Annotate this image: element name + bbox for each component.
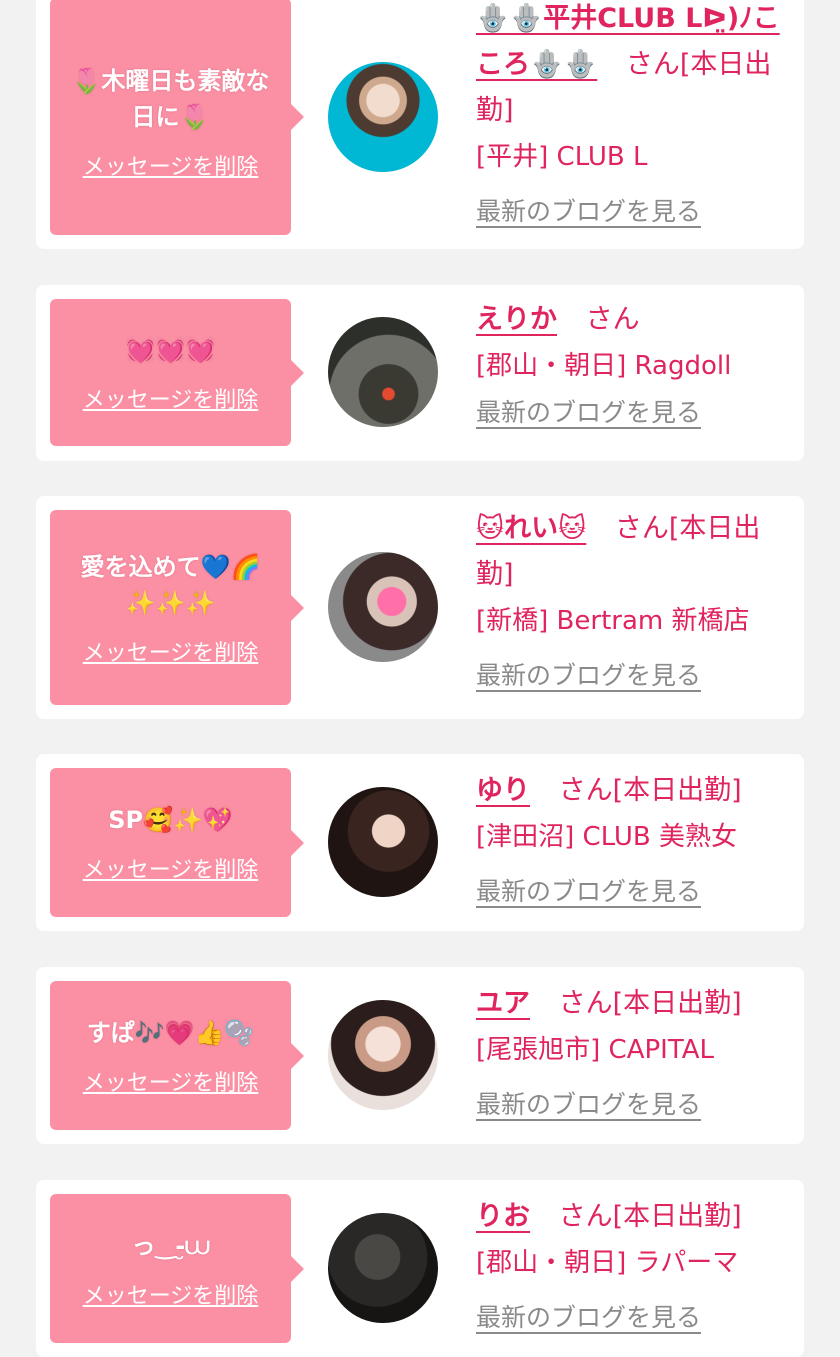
message-card: 愛を込めて💙🌈✨✨✨ メッセージを削除 🐱れい🐱 さん[本日出勤] [新橋] B… <box>36 496 804 719</box>
delete-message-link[interactable]: メッセージを削除 <box>83 1278 259 1310</box>
girl-info: りお さん[本日出勤] [郡山・朝日] ラパーマ 最新のブログを見る <box>476 1194 794 1334</box>
latest-blog-link[interactable]: 最新のブログを見る <box>476 393 701 429</box>
message-bubble: すぱ🎶💗👍🫧 メッセージを削除 <box>50 981 304 1130</box>
latest-blog-link[interactable]: 最新のブログを見る <box>476 1085 701 1121</box>
message-bubble: 🌷木曜日も素敵な日に🌷 メッセージを削除 <box>50 0 304 235</box>
delete-message-link[interactable]: メッセージを削除 <box>83 852 259 884</box>
name-line: ゆり さん[本日出勤] <box>476 768 794 814</box>
message-card: 🌷木曜日も素敵な日に🌷 メッセージを削除 🪬🪬平井CLUB Lᐅ̤)ﾉこころ🪬🪬… <box>36 0 804 249</box>
message-card: っ‿-̮⩊ メッセージを削除 りお さん[本日出勤] [郡山・朝日] ラパーマ … <box>36 1180 804 1357</box>
avatar[interactable] <box>328 62 438 172</box>
shop-text: [尾張旭市] CAPITAL <box>476 1035 714 1065</box>
delete-message-link[interactable]: メッセージを削除 <box>83 1065 259 1097</box>
girl-info: ゆり さん[本日出勤] [津田沼] CLUB 美熟女 最新のブログを見る <box>476 768 794 908</box>
message-text: SP🥰✨💖 <box>108 805 233 834</box>
girl-name-link[interactable]: ゆり <box>476 775 530 806</box>
girl-name-link[interactable]: えりか <box>476 304 557 335</box>
latest-blog-link[interactable]: 最新のブログを見る <box>476 656 701 692</box>
avatar[interactable] <box>328 787 438 897</box>
san-suffix: さん <box>625 49 680 80</box>
avatar[interactable] <box>328 1213 438 1323</box>
status-text: [本日出勤] <box>612 1201 742 1232</box>
status-text: [本日出勤] <box>612 988 742 1019</box>
girl-name-link[interactable]: 🐱れい🐱 <box>476 513 586 544</box>
girl-name-link[interactable]: ユア <box>476 988 530 1019</box>
name-line: 🪬🪬平井CLUB Lᐅ̤)ﾉこころ🪬🪬 さん[本日出勤] <box>476 0 794 134</box>
delete-message-link[interactable]: メッセージを削除 <box>83 635 259 667</box>
name-line: ユア さん[本日出勤] <box>476 981 794 1027</box>
san-suffix: さん <box>585 304 640 335</box>
message-bubble: っ‿-̮⩊ メッセージを削除 <box>50 1194 304 1343</box>
girl-name-link[interactable]: りお <box>476 1201 530 1232</box>
girl-info: 🐱れい🐱 さん[本日出勤] [新橋] Bertram 新橋店 最新のブログを見る <box>476 506 794 692</box>
girl-info: ユア さん[本日出勤] [尾張旭市] CAPITAL 最新のブログを見る <box>476 981 794 1121</box>
message-bubble: SP🥰✨💖 メッセージを削除 <box>50 768 304 917</box>
message-text: 🌷木曜日も素敵な日に🌷 <box>71 66 270 131</box>
san-suffix: さん <box>558 1201 613 1232</box>
message-text: すぱ🎶💗👍🫧 <box>86 1018 255 1047</box>
girl-info: えりか さん [郡山・朝日] Ragdoll 最新のブログを見る <box>476 297 794 429</box>
shop-text: [郡山・朝日] ラパーマ <box>476 1248 739 1278</box>
message-text: 愛を込めて💙🌈✨✨✨ <box>80 552 261 617</box>
latest-blog-link[interactable]: 最新のブログを見る <box>476 192 701 228</box>
name-line: えりか さん <box>476 297 794 343</box>
message-text: 💓💓💓 <box>125 335 216 364</box>
message-card: SP🥰✨💖 メッセージを削除 ゆり さん[本日出勤] [津田沼] CLUB 美熟… <box>36 754 804 931</box>
latest-blog-link[interactable]: 最新のブログを見る <box>476 872 701 908</box>
avatar[interactable] <box>328 1000 438 1110</box>
name-line: 🐱れい🐱 さん[本日出勤] <box>476 506 794 598</box>
shop-text: [新橋] Bertram 新橋店 <box>476 606 750 636</box>
shop-text: [平井] CLUB L <box>476 142 648 172</box>
girl-info: 🪬🪬平井CLUB Lᐅ̤)ﾉこころ🪬🪬 さん[本日出勤] [平井] CLUB L… <box>476 0 794 228</box>
shop-text: [郡山・朝日] Ragdoll <box>476 351 732 381</box>
latest-blog-link[interactable]: 最新のブログを見る <box>476 1298 701 1334</box>
shop-text: [津田沼] CLUB 美熟女 <box>476 822 738 852</box>
message-bubble: 💓💓💓 メッセージを削除 <box>50 299 304 446</box>
san-suffix: さん <box>558 775 613 806</box>
status-text: [本日出勤] <box>612 775 742 806</box>
name-line: りお さん[本日出勤] <box>476 1194 794 1240</box>
message-card: すぱ🎶💗👍🫧 メッセージを削除 ユア さん[本日出勤] [尾張旭市] CAPIT… <box>36 967 804 1144</box>
san-suffix: さん <box>558 988 613 1019</box>
delete-message-link[interactable]: メッセージを削除 <box>83 382 259 414</box>
avatar[interactable] <box>328 317 438 427</box>
avatar[interactable] <box>328 552 438 662</box>
message-bubble: 愛を込めて💙🌈✨✨✨ メッセージを削除 <box>50 510 304 705</box>
delete-message-link[interactable]: メッセージを削除 <box>83 149 259 181</box>
san-suffix: さん <box>614 513 669 544</box>
message-text: っ‿-̮⩊ <box>131 1231 210 1260</box>
message-card: 💓💓💓 メッセージを削除 えりか さん [郡山・朝日] Ragdoll 最新のブ… <box>36 285 804 461</box>
